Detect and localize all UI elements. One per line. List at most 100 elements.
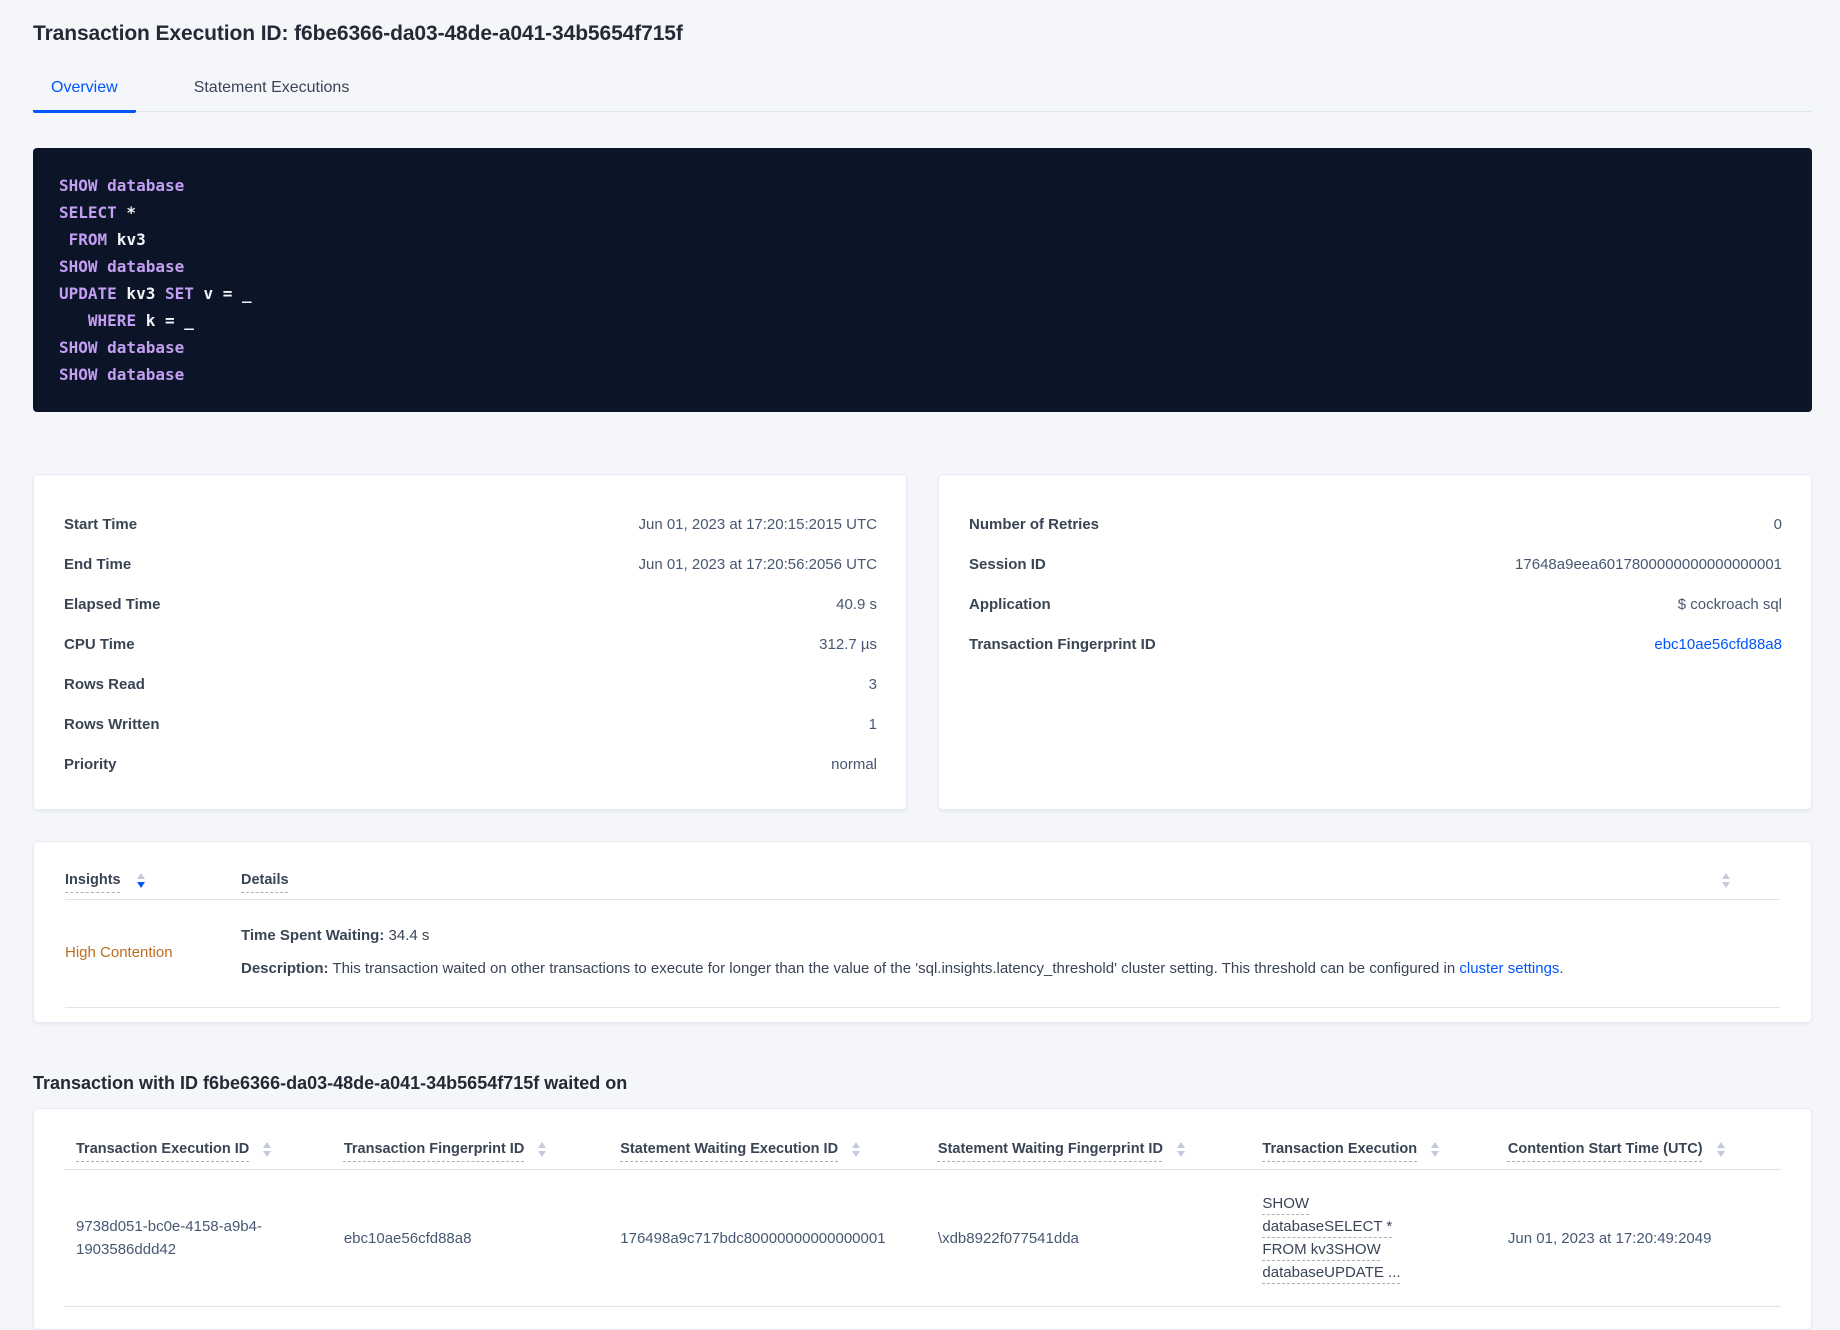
sort-desc-arrow	[538, 1150, 547, 1157]
sort-asc-arrow	[1176, 1141, 1185, 1148]
sql-line: SHOW database	[59, 172, 1786, 199]
summary-row: End Time Jun 01, 2023 at 17:20:56:2056 UT…	[64, 545, 877, 585]
sort-icon[interactable]	[1431, 1141, 1440, 1157]
summary-row: Elapsed Time 40.9 s	[64, 585, 877, 625]
sql-text: v = _	[193, 284, 252, 303]
sql-keyword: SET	[164, 284, 194, 303]
summary-label: Start Time	[64, 516, 138, 533]
tab-statement-executions[interactable]: Statement Executions	[176, 73, 368, 113]
transaction-execution-link[interactable]: SHOW databaseSELECT * FROM kv3SHOW datab…	[1262, 1195, 1400, 1281]
summary-value: 0	[1773, 516, 1782, 533]
column-header-label[interactable]: Transaction Execution ID	[76, 1141, 249, 1157]
sql-text: *	[116, 203, 137, 222]
summary-label: CPU Time	[64, 636, 135, 653]
sort-icon[interactable]	[1722, 872, 1730, 888]
transaction-fingerprint-link[interactable]: ebc10ae56cfd88a8	[1654, 636, 1782, 654]
summary-label: Number of Retries	[969, 516, 1100, 533]
sql-keyword: WHERE	[87, 311, 137, 330]
column-header[interactable]: Transaction Execution	[1250, 1113, 1496, 1170]
summary-row: Priority normal	[64, 745, 877, 785]
waited-on-header-row: Transaction Execution ID Transaction Fing…	[64, 1113, 1781, 1170]
column-header-label[interactable]: Statement Waiting Execution ID	[620, 1141, 838, 1157]
sort-asc-arrow	[538, 1141, 547, 1148]
sql-keyword: SHOW database	[59, 176, 185, 195]
sort-icon[interactable]	[1176, 1141, 1185, 1157]
waited-on-table-card: Transaction Execution ID Transaction Fing…	[33, 1108, 1812, 1330]
column-header[interactable]: Contention Start Time (UTC)	[1495, 1113, 1781, 1170]
column-header-inner: Transaction Execution	[1262, 1141, 1490, 1157]
description-line: Description: This transaction waited on …	[241, 959, 1780, 979]
sort-icon[interactable]	[1716, 1141, 1725, 1157]
summary-label: Transaction Fingerprint ID	[969, 636, 1156, 653]
tab-bar: Overview Statement Executions	[33, 73, 1812, 113]
summary-label: Rows Read	[64, 676, 145, 693]
sort-desc-arrow	[852, 1150, 861, 1157]
sort-desc-arrow	[1431, 1150, 1440, 1157]
summary-label: Session ID	[969, 556, 1046, 573]
column-header-inner: Transaction Fingerprint ID	[344, 1141, 602, 1157]
time-spent-waiting-line: Time Spent Waiting: 34.4 s	[241, 926, 1780, 946]
cell-statement-waiting-fingerprint-id: \xdb8922f077541dda	[925, 1169, 1251, 1307]
sql-line: SELECT *	[59, 199, 1786, 226]
insight-details: Time Spent Waiting: 34.4 s Description: …	[241, 926, 1780, 979]
column-header[interactable]: Statement Waiting Execution ID	[608, 1113, 926, 1170]
sort-asc-arrow	[1431, 1141, 1440, 1148]
summary-label: End Time	[64, 556, 132, 573]
summary-value: Jun 01, 2023 at 17:20:56:2056 UTC	[638, 556, 877, 573]
insights-card: Insights Details High Contention Time Sp…	[33, 841, 1812, 1023]
summary-value: 40.9 s	[836, 596, 877, 613]
sql-text: kv3	[107, 230, 146, 249]
column-header[interactable]: Statement Waiting Fingerprint ID	[925, 1113, 1251, 1170]
sort-icon[interactable]	[136, 872, 145, 888]
insights-table-header: Insights Details	[65, 842, 1780, 900]
summary-value: 1	[868, 716, 877, 733]
summary-card-times: Start Time Jun 01, 2023 at 17:20:15:2015 …	[33, 474, 907, 810]
column-header-inner: Statement Waiting Execution ID	[620, 1141, 920, 1157]
column-header[interactable]: Transaction Execution ID	[64, 1113, 332, 1170]
summary-value: $ cockroach sql	[1677, 596, 1782, 613]
sql-keyword: SHOW database	[59, 338, 185, 357]
sql-text: k = _	[136, 311, 194, 330]
tab-overview[interactable]: Overview	[33, 73, 136, 113]
transaction-execution-page: Transaction Execution ID: f6be6366-da03-…	[0, 0, 1840, 1330]
summary-value: normal	[831, 756, 877, 773]
description-suffix: .	[1559, 960, 1564, 977]
sql-line: SHOW database	[59, 334, 1786, 361]
cell-transaction-fingerprint-id: ebc10ae56cfd88a8	[331, 1169, 609, 1307]
table-row: 9738d051-bc0e-4158-a9b4-1903586ddd42 ebc1…	[64, 1169, 1781, 1307]
time-spent-waiting-value: 34.4 s	[388, 927, 430, 944]
sort-icon[interactable]	[852, 1141, 861, 1157]
summary-label: Rows Written	[64, 716, 160, 733]
insights-header-label[interactable]: Insights	[65, 872, 121, 888]
summary-row: Number of Retries 0	[969, 505, 1782, 545]
sql-keyword: UPDATE	[59, 284, 117, 303]
summary-value: 3	[868, 676, 877, 693]
column-header-label[interactable]: Statement Waiting Fingerprint ID	[938, 1141, 1163, 1157]
summary-row: Session ID 17648a9eea60178000000000000000…	[969, 545, 1782, 585]
waited-on-section-title: Transaction with ID f6be6366-da03-48de-a…	[33, 1073, 628, 1093]
sql-line: UPDATE kv3 SET v = _	[59, 280, 1786, 307]
cluster-settings-link[interactable]: cluster settings	[1459, 960, 1559, 977]
sort-asc-arrow	[1716, 1141, 1725, 1148]
sort-icon[interactable]	[538, 1141, 547, 1157]
column-header-label[interactable]: Contention Start Time (UTC)	[1508, 1141, 1703, 1157]
column-header-label[interactable]: Transaction Execution	[1262, 1141, 1417, 1157]
insights-column-header[interactable]: Insights	[65, 872, 241, 888]
column-header-inner: Contention Start Time (UTC)	[1508, 1141, 1775, 1157]
sql-keyword: SHOW database	[59, 365, 185, 384]
sql-text: kv3	[116, 284, 165, 303]
insight-type-badge: High Contention	[65, 944, 173, 961]
summary-label: Elapsed Time	[64, 596, 161, 613]
cell-contention-start-time: Jun 01, 2023 at 17:20:49:2049	[1495, 1169, 1781, 1307]
sort-desc-arrow	[263, 1150, 272, 1157]
sql-line: SHOW database	[59, 253, 1786, 280]
column-header-label[interactable]: Transaction Fingerprint ID	[344, 1141, 524, 1157]
column-header[interactable]: Transaction Fingerprint ID	[331, 1113, 609, 1170]
cell-statement-waiting-execution-id: 176498a9c717bdc80000000000000001	[608, 1169, 926, 1307]
summary-row: Start Time Jun 01, 2023 at 17:20:15:2015 …	[64, 505, 877, 545]
sort-icon[interactable]	[263, 1141, 272, 1157]
column-header-inner: Transaction Execution ID	[76, 1141, 326, 1157]
summary-value: 312.7 µs	[819, 636, 877, 653]
details-header-label[interactable]: Details	[241, 872, 289, 888]
